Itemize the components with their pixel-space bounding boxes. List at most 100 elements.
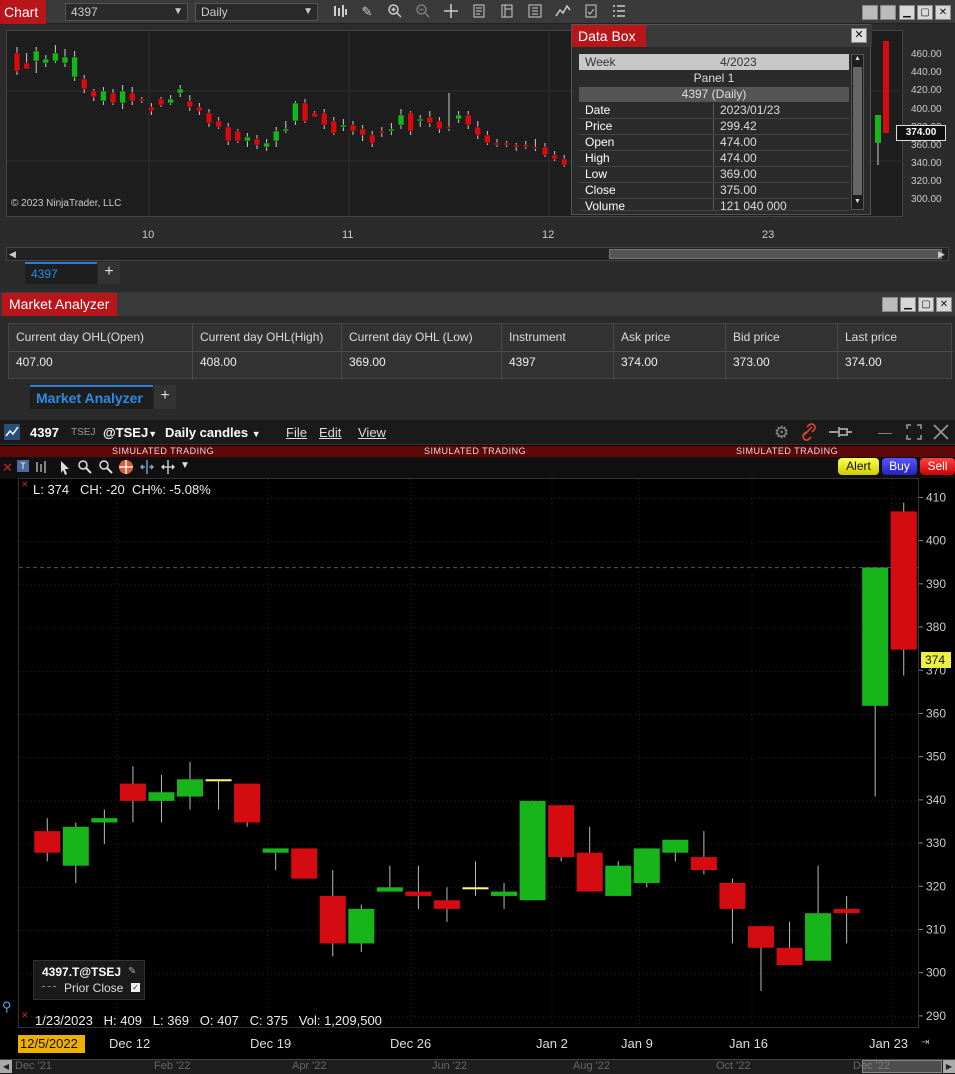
cross-icon[interactable]: ✕ (21, 479, 29, 490)
legend-box[interactable]: 4397.T@TSEJ ✎ Prior Close ✓ (33, 960, 145, 1000)
minimize-button[interactable]: — (878, 424, 892, 440)
column-header[interactable]: Current day OHL (Low) (349, 330, 473, 344)
tab-market-analyzer[interactable]: Market Analyzer (30, 385, 153, 409)
column-current-day-open[interactable]: Current day OHL(Open) 407.00 (9, 324, 193, 380)
restore-icon[interactable] (862, 5, 878, 20)
pencil-icon[interactable]: ✎ (358, 3, 376, 21)
close-icon[interactable]: ✕ (851, 28, 867, 43)
menu-view[interactable]: View (358, 425, 386, 440)
maximize-button[interactable] (905, 423, 923, 444)
bar-type-icon[interactable] (331, 3, 349, 21)
maximize-button[interactable]: ▢ (917, 5, 933, 20)
candle-body (138, 98, 146, 102)
fit-icon[interactable] (139, 459, 155, 478)
scroll-end-icon[interactable]: ⇥ (921, 1037, 929, 1048)
ninjatrader-price-axis[interactable]: 460.00 440.00 420.00 400.00 380.00 360.0… (896, 30, 949, 217)
column-header[interactable]: Instrument (509, 330, 566, 344)
add-tab-button[interactable]: + (98, 262, 120, 284)
buy-button[interactable]: Buy (882, 458, 917, 475)
maximize-button[interactable]: ▢ (918, 297, 934, 312)
zoom-out-icon[interactable] (98, 459, 114, 478)
cross-icon[interactable]: ✕ (21, 1010, 29, 1021)
column-header[interactable]: Last price (845, 330, 897, 344)
cursor-icon[interactable] (57, 459, 73, 478)
pin-icon[interactable] (828, 425, 854, 442)
column-instrument[interactable]: Instrument 4397 (502, 324, 614, 380)
market-analyzer-title[interactable]: Market Analyzer (2, 293, 117, 316)
zoom-in-icon[interactable] (77, 459, 93, 478)
column-bid-price[interactable]: Bid price 373.00 (726, 324, 838, 380)
column-current-day-high[interactable]: Current day OHL(High) 408.00 (193, 324, 342, 380)
crosshair-icon[interactable] (118, 459, 135, 479)
interval-value: Daily (201, 5, 228, 19)
tws-price-plot[interactable]: ✕ L: 374 CH: -20 CH%: -5.08% 4397.T@TSEJ… (18, 478, 920, 1029)
gear-icon[interactable]: ⚙ (774, 423, 789, 443)
ninjatrader-time-axis[interactable]: 10 11 12 23 (6, 217, 903, 247)
checkbox-icon[interactable]: ✓ (131, 983, 140, 992)
column-last-price[interactable]: Last price 374.00 (838, 324, 953, 380)
instrument-selector[interactable]: 4397 ▼ (65, 3, 188, 21)
column-header[interactable]: Current day OHL(High) (200, 330, 323, 344)
cross-icon[interactable]: ✕ (2, 460, 13, 476)
interval-selector[interactable]: Daily ▼ (195, 3, 318, 21)
expand-icon[interactable] (160, 459, 176, 478)
menu-file[interactable]: File (286, 425, 307, 440)
scrollbar-thumb[interactable] (609, 249, 942, 259)
tws-history-scroller[interactable]: ◀ Dec '21 Feb '22 Apr '22 Jun '22 Aug '2… (0, 1059, 955, 1074)
zoom-in-icon[interactable] (386, 3, 404, 21)
scroller-window[interactable] (862, 1060, 942, 1073)
scroll-left-icon[interactable]: ◀ (7, 248, 16, 260)
person-icon[interactable]: ⚲ (2, 999, 12, 1015)
close-button[interactable]: ✕ (936, 297, 952, 312)
column-current-day-low[interactable]: Current day OHL (Low) 369.00 (342, 324, 502, 380)
bars-icon[interactable] (34, 459, 50, 478)
zoom-out-icon[interactable] (414, 3, 432, 21)
restore-icon[interactable] (882, 297, 898, 312)
minimize-button[interactable]: ▁ (900, 297, 916, 312)
link-icon[interactable] (800, 423, 818, 444)
scroll-up-icon[interactable]: ▲ (852, 55, 863, 62)
exchange-selector[interactable]: @TSEJ▼ (103, 425, 157, 440)
scroll-down-icon[interactable]: ▼ (852, 198, 863, 205)
restore-alt-icon[interactable] (880, 5, 896, 20)
scroll-right-icon[interactable]: ▶ (943, 1060, 955, 1073)
column-header[interactable]: Current day OHL(Open) (16, 330, 144, 344)
alert-button[interactable]: Alert (838, 458, 879, 475)
edit-icon[interactable]: ✎ (128, 966, 136, 977)
crosshair-icon[interactable] (442, 3, 460, 21)
strategies-icon[interactable] (582, 3, 600, 21)
close-button[interactable] (932, 423, 950, 444)
menu-icon[interactable] (610, 3, 628, 21)
legend-title: 4397.T@TSEJ (42, 965, 122, 979)
add-tab-button[interactable]: + (154, 385, 176, 409)
scroll-right-icon[interactable]: ▶ (938, 248, 945, 260)
menu-edit[interactable]: Edit (319, 425, 341, 440)
data-box-panel[interactable]: Data Box ✕ Week 4/2023 Panel 1 4397 (Dai… (571, 24, 872, 215)
sell-button[interactable]: Sell (920, 458, 955, 475)
horizontal-scrollbar[interactable]: ◀ ▶ (6, 247, 949, 261)
data-series-icon[interactable] (526, 3, 544, 21)
candle-body (330, 120, 338, 134)
minimize-button[interactable]: ▁ (899, 5, 915, 20)
dashed-line-icon (42, 986, 56, 987)
chart-window-tab[interactable]: Chart (0, 0, 46, 24)
column-ask-price[interactable]: Ask price 374.00 (614, 324, 726, 380)
templates-icon[interactable] (498, 3, 516, 21)
column-header[interactable]: Ask price (621, 330, 670, 344)
column-header[interactable]: Bid price (733, 330, 780, 344)
tws-time-axis[interactable]: 12/5/2022 Dec 12 Dec 19 Dec 26 Jan 2 Jan… (0, 1031, 955, 1059)
scroll-left-icon[interactable]: ◀ (0, 1060, 12, 1073)
properties-icon[interactable] (470, 3, 488, 21)
indicators-icon[interactable] (554, 3, 572, 21)
market-analyzer-grid[interactable]: Current day OHL(Open) 407.00 Current day … (8, 323, 953, 380)
chart-type-selector[interactable]: Daily candles ▼ (165, 425, 261, 440)
symbol-label[interactable]: 4397 (30, 425, 59, 440)
close-button[interactable]: ✕ (935, 5, 951, 20)
chevron-down-icon[interactable]: ▼ (180, 460, 190, 471)
tab-4397[interactable]: 4397 (25, 262, 97, 284)
timeline-label: Feb '22 (154, 1060, 191, 1072)
data-box-scrollbar[interactable]: ▲ ▼ (851, 54, 864, 210)
tws-price-axis[interactable]: 410 400 390 380 370 360 350 340 330 320 310 300 290 … (919, 478, 955, 1028)
text-tool-icon[interactable]: T (17, 460, 29, 472)
scrollbar-thumb[interactable] (853, 67, 862, 195)
